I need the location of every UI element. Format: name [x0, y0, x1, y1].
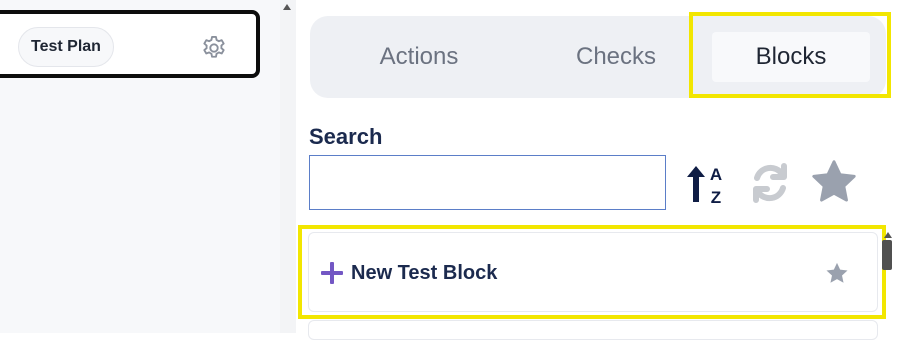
svg-text:Z: Z	[711, 188, 721, 206]
svg-text:A: A	[710, 165, 722, 184]
block-list-item[interactable]: New Test Block	[308, 232, 878, 312]
scroll-up-arrow-icon[interactable]	[283, 4, 291, 10]
star-icon[interactable]	[823, 260, 851, 288]
test-plan-node[interactable]: Test Plan	[0, 10, 260, 78]
sort-alpha-button[interactable]: A Z	[684, 160, 728, 206]
new-test-block-label: New Test Block	[351, 261, 498, 284]
refresh-icon	[753, 163, 787, 203]
block-list-scrollbar[interactable]	[882, 228, 894, 333]
plus-icon	[321, 262, 343, 284]
test-plan-label[interactable]: Test Plan	[18, 27, 114, 67]
star-icon	[812, 160, 856, 202]
favorites-filter-button[interactable]	[808, 158, 860, 208]
right-pane: Actions Checks Blocks Search A Z New Tes…	[296, 0, 898, 340]
tab-actions[interactable]: Actions	[310, 16, 528, 98]
tab-checks[interactable]: Checks	[528, 16, 704, 98]
tab-blocks[interactable]: Blocks	[704, 16, 886, 98]
gear-icon[interactable]	[200, 34, 228, 62]
left-scrollbar[interactable]	[280, 0, 296, 333]
scroll-up-arrow-icon[interactable]	[884, 232, 892, 238]
tab-blocks-label[interactable]: Blocks	[712, 32, 870, 82]
search-label: Search	[309, 124, 383, 149]
search-input[interactable]	[309, 155, 666, 210]
left-pane: Test Plan	[0, 0, 280, 333]
new-test-block-item[interactable]: New Test Block	[321, 253, 497, 293]
sort-alpha-asc-icon: A Z	[687, 165, 722, 206]
list-item[interactable]	[308, 320, 878, 340]
scroll-thumb[interactable]	[882, 240, 892, 270]
palette-tabs: Actions Checks Blocks	[310, 16, 886, 98]
refresh-button[interactable]	[748, 160, 792, 206]
